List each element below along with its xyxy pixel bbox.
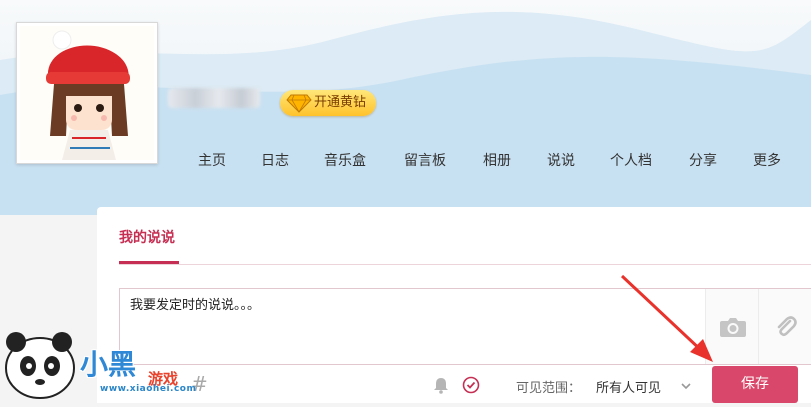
timer-check-icon[interactable]: [462, 376, 480, 394]
attach-button[interactable]: [758, 289, 811, 364]
tab-my-shuoshuo[interactable]: 我的说说: [119, 227, 175, 247]
visibility-scope-value: 所有人可见: [596, 381, 662, 396]
composer-text[interactable]: 我要发定时的说说。。。: [130, 294, 260, 313]
watermark-brand: 小黑: [80, 348, 137, 381]
bell-icon[interactable]: [432, 376, 450, 394]
vip-upgrade-button[interactable]: 开通黄钻: [280, 90, 377, 116]
tab-divider: [119, 264, 811, 265]
nav-item-more[interactable]: 更多: [753, 150, 781, 170]
visibility-scope-select[interactable]: 所有人可见: [596, 377, 696, 396]
chevron-down-icon: [681, 383, 691, 390]
nav-item-album[interactable]: 相册: [483, 150, 511, 170]
vip-upgrade-label: 开通黄钻: [314, 95, 367, 110]
watermark-url: www.xiaohei.com: [100, 384, 197, 394]
nav-item-blog[interactable]: 日志: [261, 150, 289, 170]
upload-photo-button[interactable]: [705, 289, 759, 364]
diamond-icon: [286, 94, 312, 113]
username-blurred: [168, 88, 260, 108]
camera-icon: [719, 317, 746, 337]
attachment-icon: [777, 315, 797, 336]
nav-item-home[interactable]: 主页: [198, 150, 226, 170]
nav-item-music[interactable]: 音乐盒: [324, 150, 366, 170]
nav-item-profile[interactable]: 个人档: [610, 150, 652, 170]
tab-active-underline: [119, 261, 179, 264]
save-button[interactable]: 保存: [712, 366, 798, 403]
post-composer[interactable]: 我要发定时的说说。。。: [119, 288, 811, 365]
profile-nav: 主页 日志 音乐盒 留言板 相册 说说 个人档 分享 更多: [0, 150, 811, 170]
nav-item-guestbook[interactable]: 留言板: [404, 150, 446, 170]
visibility-scope-label: 可见范围：: [516, 381, 582, 396]
avatar[interactable]: [16, 22, 158, 164]
nav-item-shuoshuo[interactable]: 说说: [547, 150, 575, 170]
nav-item-share[interactable]: 分享: [689, 150, 717, 170]
